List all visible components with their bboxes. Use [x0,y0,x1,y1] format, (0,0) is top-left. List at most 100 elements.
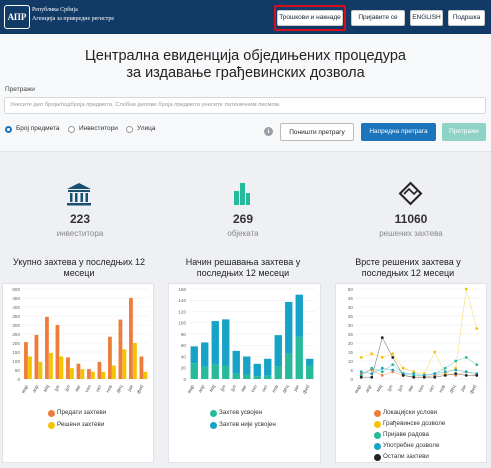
bar [59,356,64,379]
organization-name: Република Србија Агенција за привредне р… [32,6,114,24]
objects-label: објеката [227,229,259,238]
x-tick-label: авг [241,384,249,393]
y-tick-label: 60 [181,343,187,348]
data-point [359,356,363,359]
bar [80,369,85,379]
search-input[interactable]: Унесите део броја/подброја предмета. Сло… [4,97,486,114]
bar [232,373,240,379]
legend-swatch-location [374,410,381,417]
y-tick-label: 160 [178,287,186,292]
reset-search-button[interactable]: Поништи претрагу [280,123,354,141]
bar [253,363,261,377]
bar [306,365,314,379]
buildings-icon [234,183,250,205]
chart1-panel: 0 50 100 150 200 250 300 350 400 450 500 мар апр мај ј… [2,283,154,463]
y-tick-label: 0 [17,377,20,382]
bar [211,364,219,379]
x-tick-label: јан [292,384,301,394]
login-button[interactable]: Пријавите се [351,10,405,26]
x-tick-label: апр [198,384,206,394]
bar [201,342,209,367]
data-point [475,327,479,330]
radio-case-number-label: Број предмета [16,125,60,132]
x-tick-label: дец [449,384,458,394]
bar [264,375,272,379]
x-tick-label: сеп [418,384,426,393]
y-tick-label: 100 [12,359,20,364]
bar [264,358,272,376]
x-tick-label: мај [42,384,51,393]
legend-use: Употребне дозволе [383,442,440,449]
x-tick-label: јун [53,384,62,393]
data-point [464,370,468,374]
bar [190,346,198,364]
bar [118,319,123,379]
bar [129,298,133,379]
x-tick-label: јан [459,384,468,394]
y-tick-label: 0 [350,377,353,382]
data-point [391,368,395,372]
bar [24,342,28,379]
radio-street[interactable] [126,126,133,133]
chart3-title: Врсте решених захтева у последњих 12 мес… [355,257,461,278]
y-tick-label: 80 [181,332,187,337]
page-title-line1: Централна евиденција обједињених процеду… [85,48,406,64]
y-tick-label: 500 [12,287,20,292]
y-tick-label: 45 [348,296,354,301]
y-tick-label: 30 [348,323,354,328]
data-point [380,356,384,359]
apr-logo[interactable]: АПР [4,5,30,29]
data-point [380,366,384,370]
legend-swatch-resolved [48,422,55,429]
search-label: Претражи [5,86,35,93]
data-point [391,356,395,359]
series-line [361,369,477,378]
legend-swatch-other [374,454,381,461]
chart1-svg: 050100150200250300350400450500мар апр мај ј… [12,287,149,395]
data-point [380,336,384,339]
data-point [464,356,468,359]
advanced-search-button[interactable]: Напредна претрага [361,123,436,141]
legend-works: Пријаве радова [383,431,429,438]
chart2-title: Начин решавања захтева у последњих 12 ме… [185,257,301,278]
page-title-line2: за издавање грађевинских дозвола [126,65,365,81]
data-point [370,366,374,370]
data-point [475,363,479,366]
x-tick-label: апр [32,384,40,394]
search-button[interactable]: Претражи [442,123,486,141]
support-button[interactable]: Подршка [448,10,485,26]
legend-swatch-works [374,432,381,439]
english-button[interactable]: ENGLISH [410,10,443,26]
x-tick-label: мар [354,384,363,394]
y-tick-label: 5 [350,368,353,373]
x-tick-label: мај [375,384,384,393]
x-tick-label: авг [75,384,83,393]
data-point [443,374,447,377]
info-icon[interactable]: i [264,127,273,136]
legend-swatch-rejected [210,422,217,429]
legend-rejected: Захтев није усвојен [219,421,276,428]
org-line2: Агенција за привредне регистре [32,16,114,22]
data-point [464,374,468,377]
data-point [359,370,363,374]
x-tick-label: авг [408,384,416,393]
x-tick-label: апр [365,384,373,394]
investors-count: 223 [69,212,91,226]
data-point [401,374,405,377]
data-point [454,372,458,375]
y-tick-label: 50 [15,368,21,373]
data-point [391,352,395,356]
bar [133,343,137,379]
bar [76,363,81,379]
data-point [412,372,416,375]
data-point [454,368,458,372]
bar [34,334,39,379]
radio-case-number[interactable] [5,126,12,133]
bar [295,336,303,379]
y-tick-label: 450 [12,296,20,301]
bar [55,325,60,379]
bar [274,335,282,367]
radio-investors[interactable] [68,126,75,133]
bar [87,369,91,379]
x-tick-label: сеп [85,384,93,393]
